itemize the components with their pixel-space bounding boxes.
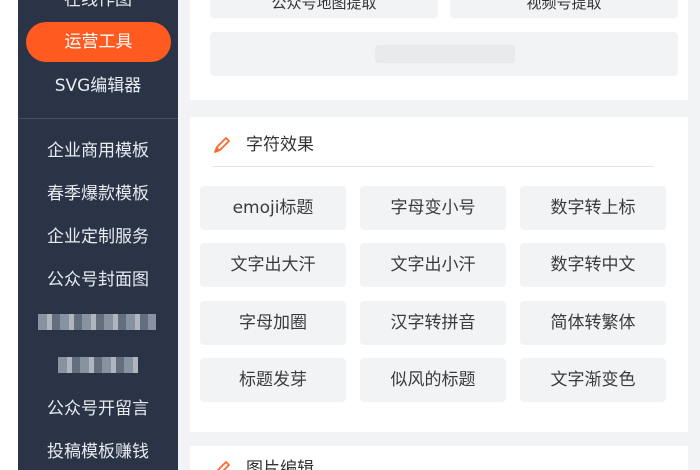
- left-margin: [0, 0, 18, 470]
- pencil-icon: [214, 137, 230, 153]
- sidebar-item-spring-templates[interactable]: 春季爆款模板: [18, 182, 178, 206]
- sidebar: 在线作图 运营工具 SVG编辑器 企业商用模板 春季爆款模板 企业定制服务 公众…: [18, 0, 178, 470]
- tile-emoji-title[interactable]: emoji标题: [200, 186, 346, 230]
- pencil-icon: [216, 461, 230, 470]
- sidebar-item-blurred[interactable]: [58, 357, 138, 373]
- tile-sprouting-title[interactable]: 标题发芽: [200, 358, 346, 402]
- sidebar-item-comments[interactable]: 公众号开留言: [18, 397, 178, 421]
- sidebar-item-operation-tools[interactable]: 运营工具: [26, 22, 171, 62]
- sidebar-item-online-design[interactable]: 在线作图: [18, 0, 178, 12]
- page: 在线作图 运营工具 SVG编辑器 企业商用模板 春季爆款模板 企业定制服务 公众…: [0, 0, 700, 470]
- main-content: 公众号地图提取 视频号提取 字符效果 emoji标题 字母变小号 数字转上标 文…: [178, 0, 700, 470]
- tile-big-sweat[interactable]: 文字出大汗: [200, 243, 346, 287]
- sidebar-divider: [18, 118, 178, 119]
- tools-card-top: 公众号地图提取 视频号提取: [190, 0, 688, 100]
- tool-button-wide[interactable]: [210, 32, 678, 76]
- sidebar-item-commercial-templates[interactable]: 企业商用模板: [18, 139, 178, 163]
- blurred-label: [375, 45, 515, 63]
- tile-superscript-numbers[interactable]: 数字转上标: [520, 186, 666, 230]
- sidebar-item-svg-editor[interactable]: SVG编辑器: [18, 74, 178, 98]
- section-title: 字符效果: [246, 135, 314, 155]
- character-effects-card: 字符效果 emoji标题 字母变小号 数字转上标 文字出大汗 文字出小汗 数字转…: [190, 117, 688, 432]
- sidebar-item-submit-templates[interactable]: 投稿模板赚钱: [18, 440, 178, 464]
- section-title: 图片编辑: [246, 459, 314, 470]
- tile-gradient-text[interactable]: 文字渐变色: [520, 358, 666, 402]
- sidebar-item-blurred[interactable]: [38, 314, 156, 330]
- tile-traditional-chinese[interactable]: 简体转繁体: [520, 301, 666, 345]
- sidebar-item-cover-image[interactable]: 公众号封面图: [18, 268, 178, 292]
- tile-number-to-chinese[interactable]: 数字转中文: [520, 243, 666, 287]
- sidebar-item-custom-service[interactable]: 企业定制服务: [18, 225, 178, 249]
- section-divider: [212, 166, 654, 167]
- tool-button[interactable]: 视频号提取: [450, 0, 678, 18]
- tile-pinyin[interactable]: 汉字转拼音: [360, 301, 506, 345]
- image-edit-card: 图片编辑: [190, 446, 688, 470]
- tile-small-letters[interactable]: 字母变小号: [360, 186, 506, 230]
- tile-wind-title[interactable]: 似风的标题: [360, 358, 506, 402]
- tile-circled-letters[interactable]: 字母加圈: [200, 301, 346, 345]
- tool-button[interactable]: 公众号地图提取: [210, 0, 438, 18]
- tile-small-sweat[interactable]: 文字出小汗: [360, 243, 506, 287]
